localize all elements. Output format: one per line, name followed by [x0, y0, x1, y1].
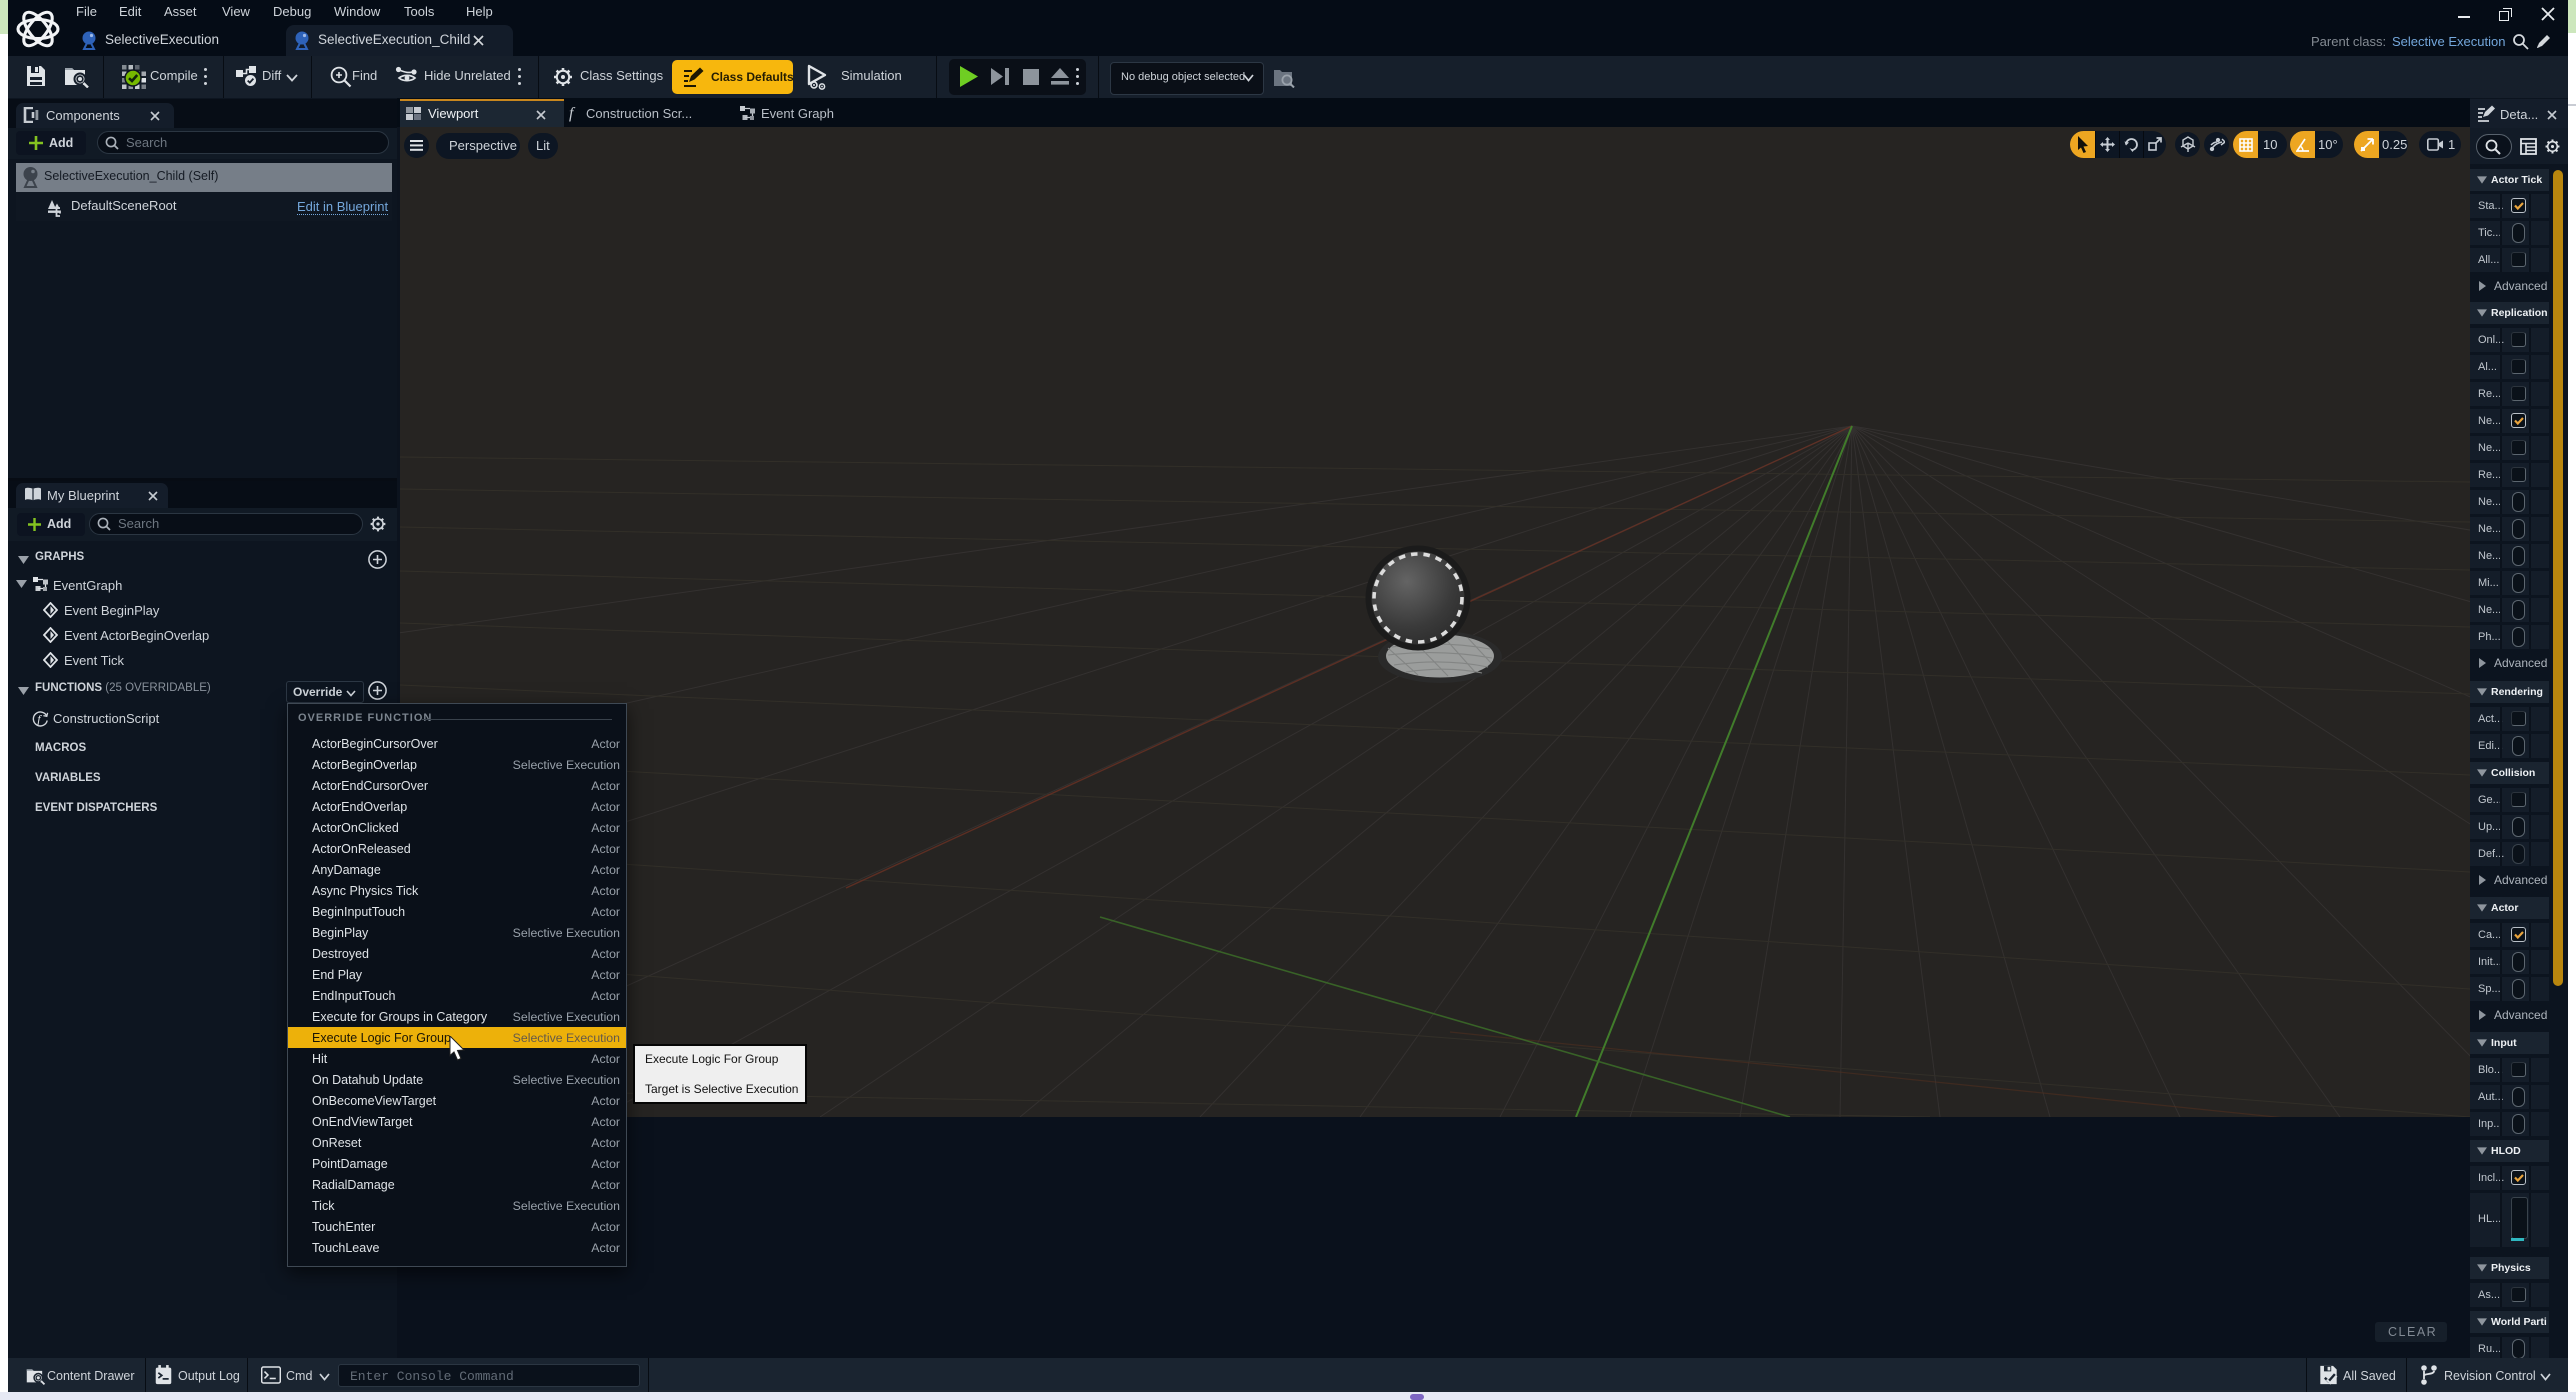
- svg-text:f: f: [37, 712, 42, 726]
- svg-text:f: f: [569, 105, 576, 122]
